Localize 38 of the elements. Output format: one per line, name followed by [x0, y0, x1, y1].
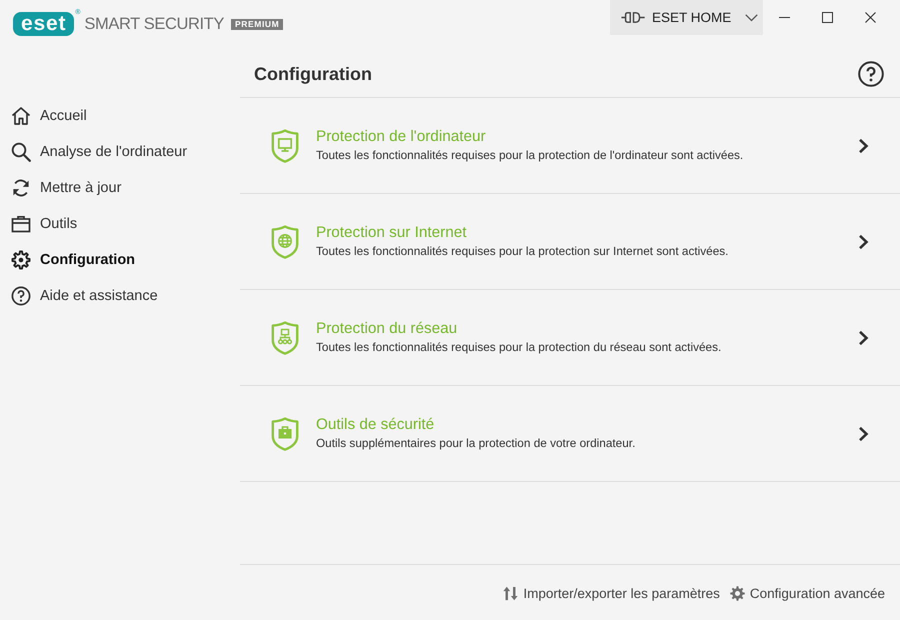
shield-monitor-icon: [271, 128, 299, 162]
caret-icon: [745, 14, 758, 22]
help-icon[interactable]: [858, 60, 884, 86]
logo: eset: [13, 12, 74, 36]
sidebar-item[interactable]: Aide et assistance: [11, 278, 158, 314]
edition-badge: PREMIUM: [230, 18, 284, 30]
shield-network-icon: [271, 320, 299, 354]
chevron-right-icon[interactable]: [858, 426, 870, 442]
home-icon: [11, 106, 31, 126]
chevron-right-icon[interactable]: [858, 138, 870, 154]
footer-link[interactable]: Importer/exporter les paramètres: [503, 586, 720, 601]
maximize-icon[interactable]: [822, 12, 833, 23]
page-title: Configuration: [254, 64, 372, 85]
close-icon[interactable]: [865, 12, 876, 23]
sidebar-item[interactable]: Configuration: [11, 242, 136, 278]
section-description: Outils supplémentaires pour la protection de votre ordinateur.: [316, 436, 636, 450]
sidebar-item[interactable]: Accueil: [11, 98, 87, 134]
shield-briefcase-icon: [271, 416, 299, 450]
gear-icon: [11, 250, 31, 270]
sidebar-item[interactable]: Mettre à jour: [11, 170, 122, 206]
chevron-right-icon[interactable]: [858, 234, 870, 250]
gear-icon: [730, 586, 745, 601]
account-button[interactable]: ESET HOME: [610, 0, 763, 35]
section-description: Toutes les fonctionnalités requises pour la protection du réseau sont activées.: [316, 340, 722, 354]
shield-globe-icon: [271, 224, 299, 258]
briefcase-icon: [11, 214, 31, 234]
section-description: Toutes les fonctionnalités requises pour la protection sur Internet sont activées.: [316, 244, 728, 258]
search-icon: [11, 142, 31, 162]
footer-link[interactable]: Configuration avancée: [730, 586, 885, 601]
refresh-icon: [11, 178, 31, 198]
help-icon: [11, 286, 31, 306]
plug-icon: [620, 11, 647, 24]
section-description: Toutes les fonctionnalités requises pour la protection de l'ordinateur sont activées.: [316, 148, 744, 162]
sidebar-item[interactable]: Analyse de l'ordinateur: [11, 134, 188, 170]
sidebar-item[interactable]: Outils: [11, 206, 78, 242]
product-name: SMART SECURITY: [84, 14, 224, 34]
chevron-right-icon[interactable]: [858, 330, 870, 346]
up-down-arrows-icon: [503, 586, 518, 601]
